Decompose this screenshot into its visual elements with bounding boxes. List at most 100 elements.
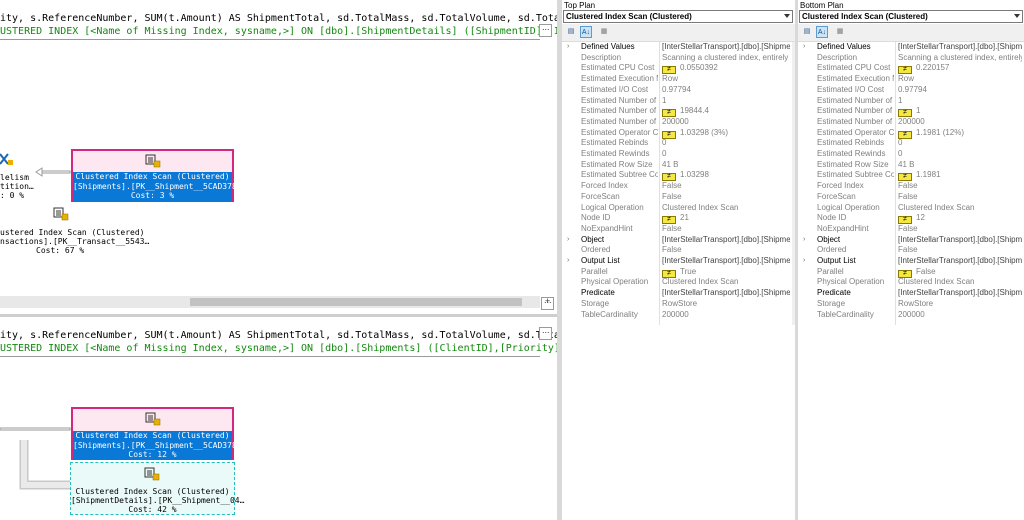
property-row[interactable]: TableCardinality 200000 <box>562 310 792 321</box>
property-value: False <box>898 181 1022 192</box>
property-row[interactable]: ForceScan False <box>562 192 792 203</box>
property-value: False <box>898 224 1022 235</box>
property-row[interactable]: Estimated Rewinds 0 <box>562 149 792 160</box>
bottom-query-divider <box>0 356 540 357</box>
bottom-plan-more-button[interactable] <box>539 325 552 340</box>
property-row[interactable]: Predicate [InterStellarTransport].[dbo].[… <box>562 288 792 299</box>
property-value: Clustered Index Scan <box>662 277 790 288</box>
top-plan-more-button[interactable] <box>539 22 552 37</box>
property-row[interactable]: Estimated Rebinds 0 <box>798 138 1024 149</box>
property-name: Forced Index <box>581 181 628 191</box>
property-value: 200000 <box>898 310 1022 321</box>
property-row[interactable]: › Defined Values [InterStellarTransport].[… <box>798 42 1024 53</box>
property-row[interactable]: Ordered False <box>562 245 792 256</box>
alphabetical-icon[interactable]: A↓ <box>816 26 828 38</box>
property-row[interactable]: › Object [InterStellarTransport].[dbo].[Sh… <box>562 235 792 246</box>
property-row[interactable]: Estimated Number of Executions 1 <box>562 96 792 107</box>
property-value: 0.97794 <box>662 85 790 96</box>
property-row[interactable]: Estimated Number of Rows ≠19844.4 <box>562 106 792 118</box>
property-value: ≠ 1.1981 <box>898 170 1022 182</box>
property-row[interactable]: Node ID ≠ 12 <box>798 213 1024 225</box>
property-row[interactable]: Estimated Execution Mode Row <box>798 74 1024 85</box>
property-row[interactable]: › Defined Values [InterStellarTransport].[… <box>562 42 792 53</box>
property-row[interactable]: Estimated Number of Executions 1 <box>798 96 1024 107</box>
property-row[interactable]: Estimated Row Size 41 B <box>798 160 1024 171</box>
property-row[interactable]: Description Scanning a clustered index, e… <box>562 53 792 64</box>
bottom-plan-missing-index[interactable]: USTERED INDEX [<Name of Missing Index, s… <box>0 342 557 355</box>
property-row[interactable]: Description Scanning a clustered index, e… <box>798 53 1024 64</box>
property-value: ≠ 0.220157 <box>898 63 1022 75</box>
property-row[interactable]: Physical Operation Clustered Index Scan <box>562 277 792 288</box>
property-row[interactable]: Estimated Subtree Cost ≠ 1.03298 <box>562 170 792 182</box>
property-pages-icon[interactable]: ▦ <box>834 26 846 38</box>
property-row[interactable]: Logical Operation Clustered Index Scan <box>798 203 1024 214</box>
property-row[interactable]: › Output List [InterStellarTransport].[dbo… <box>562 256 792 267</box>
property-row[interactable]: Estimated I/O Cost 0.97794 <box>562 85 792 96</box>
expand-chevron-icon[interactable]: › <box>567 256 575 267</box>
property-row[interactable]: Estimated I/O Cost 0.97794 <box>798 85 1024 96</box>
categorized-icon[interactable]: ▤ <box>801 26 813 38</box>
property-row[interactable]: Estimated Subtree Cost ≠ 1.1981 <box>798 170 1024 182</box>
property-row[interactable]: Storage RowStore <box>562 299 792 310</box>
top-plan-missing-index[interactable]: USTERED INDEX [<Name of Missing Index, s… <box>0 25 557 38</box>
bottom-node-cost: Cost: 12 % <box>73 450 232 460</box>
property-row[interactable]: Estimated Number of Rows to be Read 20000… <box>798 117 1024 128</box>
property-row[interactable]: › Object [InterStellarTransport].[dbo].[Sh… <box>798 235 1024 246</box>
property-row[interactable]: Estimated Operator Cost ≠1.03298 (3%) <box>562 128 792 139</box>
top-plan-clustered-index-scan-node[interactable]: Clustered Index Scan (Clustered) [Shipme… <box>71 149 242 202</box>
property-pages-icon[interactable]: ▦ <box>598 26 610 38</box>
bottom-plan-shipments-scan-node[interactable]: Clustered Index Scan (Clustered) [Shipme… <box>71 407 242 460</box>
property-row[interactable]: Physical Operation Clustered Index Scan <box>798 277 1024 288</box>
top-plan-hscroll[interactable] <box>0 296 540 308</box>
property-row[interactable]: Estimated Number of Rows ≠1 <box>798 106 1024 118</box>
expand-chevron-icon[interactable]: › <box>803 256 811 267</box>
property-value: ≠ 1 <box>898 106 1022 118</box>
transactions-scan-icon[interactable] <box>53 207 69 221</box>
property-row[interactable]: Estimated CPU Cost ≠ 0.220157 <box>798 63 1024 75</box>
property-row[interactable]: NoExpandHint False <box>562 224 792 235</box>
property-row[interactable]: ForceScan False <box>798 192 1024 203</box>
property-row[interactable]: Estimated Rewinds 0 <box>798 149 1024 160</box>
categorized-icon[interactable]: ▤ <box>565 26 577 38</box>
property-row[interactable]: Storage RowStore <box>798 299 1024 310</box>
property-row[interactable]: NoExpandHint False <box>798 224 1024 235</box>
top-plan-column-separator[interactable] <box>659 42 660 325</box>
property-row[interactable]: Predicate [InterStellarTransport].[dbo].[… <box>798 288 1024 299</box>
property-row[interactable]: Ordered False <box>798 245 1024 256</box>
bottom-plan-arrow-2-inner <box>21 440 70 488</box>
property-value: [InterStellarTransport].[dbo].[Shipments… <box>662 256 790 267</box>
property-row[interactable]: Estimated CPU Cost ≠ 0.0550392 <box>562 63 792 75</box>
property-row[interactable]: Parallel ≠ False <box>798 267 1024 278</box>
property-row[interactable]: Estimated Execution Mode Row <box>562 74 792 85</box>
bottom-plan-shipmentdetails-scan-node[interactable]: Clustered Index Scan (Clustered) [Shipme… <box>70 462 244 515</box>
expand-chevron-icon[interactable]: › <box>567 235 575 246</box>
property-row[interactable]: Estimated Number of Rows to be Read 20000… <box>562 117 792 128</box>
alphabetical-icon[interactable]: A↓ <box>580 26 592 38</box>
parallelism-icon[interactable] <box>0 152 14 166</box>
bottom-plan-operator-select[interactable]: Clustered Index Scan (Clustered) <box>799 10 1023 23</box>
expand-chevron-icon[interactable]: › <box>803 235 811 246</box>
property-value-text: False <box>898 245 918 255</box>
property-row[interactable]: › Output List [InterStellarTransport].[dbo… <box>798 256 1024 267</box>
property-row[interactable]: Node ID ≠ 21 <box>562 213 792 225</box>
plan-split-divider[interactable] <box>0 314 557 317</box>
top-plan-properties-pane: Top Plan Clustered Index Scan (Clustered… <box>562 0 795 520</box>
property-value-text: False <box>898 181 918 191</box>
bottom-plan-column-separator[interactable] <box>895 42 896 325</box>
property-row[interactable]: Forced Index False <box>562 181 792 192</box>
top-plan-operator-select[interactable]: Clustered Index Scan (Clustered) <box>563 10 793 23</box>
property-name: Estimated Number of Rows <box>581 106 658 116</box>
property-row[interactable]: Estimated Rebinds 0 <box>562 138 792 149</box>
expand-chevron-icon[interactable]: › <box>803 42 811 53</box>
property-row[interactable]: Parallel ≠ True <box>562 267 792 278</box>
top-plan-hscroll-thumb[interactable] <box>190 298 522 306</box>
property-row[interactable]: Estimated Operator Cost ≠1.1981 (12%) <box>798 128 1024 139</box>
expand-chevron-icon[interactable]: › <box>567 42 575 53</box>
property-row[interactable]: Estimated Row Size 41 B <box>562 160 792 171</box>
property-name: Storage <box>581 298 610 308</box>
property-row[interactable]: TableCardinality 200000 <box>798 310 1024 321</box>
property-row[interactable]: Forced Index False <box>798 181 1024 192</box>
property-value-text: 0 <box>898 149 903 158</box>
property-name: Estimated Number of Rows to be Read <box>581 116 658 126</box>
property-row[interactable]: Logical Operation Clustered Index Scan <box>562 203 792 214</box>
